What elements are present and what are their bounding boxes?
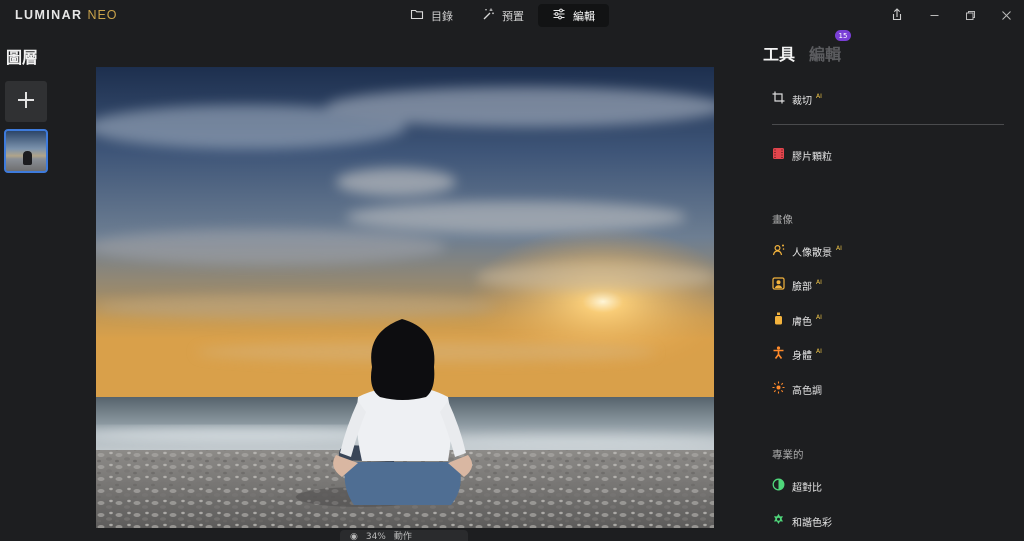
main-tabs: 目錄 預置 編輯 — [396, 4, 609, 27]
folder-icon — [410, 7, 424, 24]
ai-label: AI — [816, 313, 822, 321]
tab-label: 目錄 — [431, 9, 453, 23]
tab-catalog[interactable]: 目錄 — [396, 4, 467, 27]
sliders-icon — [552, 7, 566, 24]
zoom-level[interactable]: 34% — [366, 530, 386, 541]
tool-label: 裁切 — [792, 95, 812, 107]
panel-tabs: 工具 編輯 — [763, 41, 841, 65]
layer-thumbnail-figure — [23, 151, 32, 165]
crop-icon — [772, 91, 785, 107]
ai-label: AI — [816, 347, 822, 355]
tool-supercontrast[interactable]: 超對比 — [772, 478, 822, 494]
layer-thumbnail[interactable] — [4, 129, 48, 173]
tab-label: 預置 — [502, 9, 524, 23]
tool-color-harmony[interactable]: 和諧色彩 — [772, 513, 832, 529]
restore-icon — [965, 6, 976, 25]
restore-button[interactable] — [952, 0, 988, 31]
ai-label: AI — [816, 92, 822, 100]
plus-icon — [16, 90, 36, 114]
tool-label: 超對比 — [792, 482, 822, 494]
tab-presets[interactable]: 預置 — [467, 4, 538, 27]
bottom-toolbar: ◉ 34% 動作 — [340, 530, 468, 541]
layers-title: 圖層 — [6, 48, 39, 67]
section-professional: 專業的 — [772, 449, 804, 461]
add-layer-button[interactable] — [5, 81, 47, 122]
panel-divider — [772, 124, 1004, 125]
close-button[interactable] — [988, 0, 1024, 31]
tool-label: 人像散景 — [792, 247, 832, 259]
tool-body[interactable]: 身體 AI — [772, 346, 822, 362]
tab-tools[interactable]: 工具 — [763, 41, 795, 65]
app-window: LUMINAR NEO 目錄 預置 編輯 圖層 ◉ 34% 動作 工具 編輯 1… — [0, 0, 1024, 541]
tool-skin[interactable]: 膚色 AI — [772, 312, 822, 328]
tool-portrait-bokeh[interactable]: 人像散景 AI — [772, 243, 842, 259]
high-key-icon — [772, 381, 785, 397]
tool-face[interactable]: 臉部 AI — [772, 277, 822, 293]
app-logo: LUMINAR NEO — [15, 8, 118, 22]
photo-canvas[interactable] — [96, 67, 714, 528]
tool-high-key[interactable]: 高色調 — [772, 381, 822, 397]
tool-label: 臉部 — [792, 281, 812, 293]
supercontrast-icon — [772, 478, 785, 494]
portrait-bokeh-icon — [772, 243, 785, 259]
tab-edit[interactable]: 編輯 — [538, 4, 609, 27]
share-button[interactable] — [888, 6, 906, 24]
section-portrait: 畫像 — [772, 214, 793, 226]
tool-label: 身體 — [792, 350, 812, 362]
tool-crop[interactable]: 裁切 AI — [772, 91, 822, 107]
magic-wand-icon — [481, 7, 495, 24]
actions-button[interactable]: 動作 — [394, 530, 412, 541]
tab-edits[interactable]: 編輯 — [809, 41, 841, 65]
top-bar: LUMINAR NEO 目錄 預置 編輯 — [0, 0, 1024, 31]
share-icon — [891, 6, 903, 25]
tool-label: 高色調 — [792, 385, 822, 397]
tool-film-grain[interactable]: 膠片顆粒 — [772, 147, 832, 163]
body-icon — [772, 346, 785, 362]
tool-label: 膠片顆粒 — [792, 151, 832, 163]
minimize-button[interactable] — [916, 0, 952, 31]
color-harmony-icon — [772, 513, 785, 529]
tab-label: 編輯 — [573, 9, 595, 23]
window-controls — [916, 0, 1024, 31]
photo-image — [96, 67, 714, 528]
tool-label: 膚色 — [792, 316, 812, 328]
ai-label: AI — [816, 278, 822, 286]
skin-icon — [772, 312, 785, 328]
face-icon — [772, 277, 785, 293]
eye-icon[interactable]: ◉ — [350, 530, 358, 541]
minimize-icon — [929, 6, 940, 25]
edits-count-badge: 15 — [835, 30, 851, 41]
logo-text: LUMINAR — [15, 8, 83, 22]
tool-label: 和諧色彩 — [792, 517, 832, 529]
ai-label: AI — [836, 244, 842, 252]
film-grain-icon — [772, 147, 785, 163]
close-icon — [1001, 6, 1012, 25]
logo-sub-text: NEO — [87, 8, 118, 22]
